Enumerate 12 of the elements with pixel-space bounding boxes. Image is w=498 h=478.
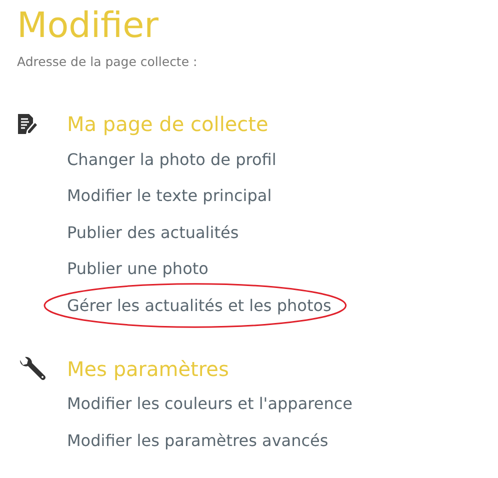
menu-link[interactable]: Modifier les couleurs et l'apparence [67, 394, 352, 414]
section-heading: Ma page de collecte [67, 112, 268, 136]
section-heading: Mes paramètres [67, 356, 229, 380]
page-title: Modifier [17, 5, 160, 48]
menu-link[interactable]: Modifier les paramètres avancés [67, 430, 328, 450]
menu-link[interactable]: Publier une photo [67, 259, 208, 278]
page-address-label: Adresse de la page collecte : [17, 54, 198, 69]
wrench-icon [17, 356, 47, 382]
edit-document-icon [17, 113, 37, 135]
menu-link[interactable]: Changer la photo de profil [67, 150, 276, 169]
menu-link[interactable]: Publier des actualités [67, 222, 239, 242]
menu-link[interactable]: Modifier le texte principal [67, 186, 272, 206]
